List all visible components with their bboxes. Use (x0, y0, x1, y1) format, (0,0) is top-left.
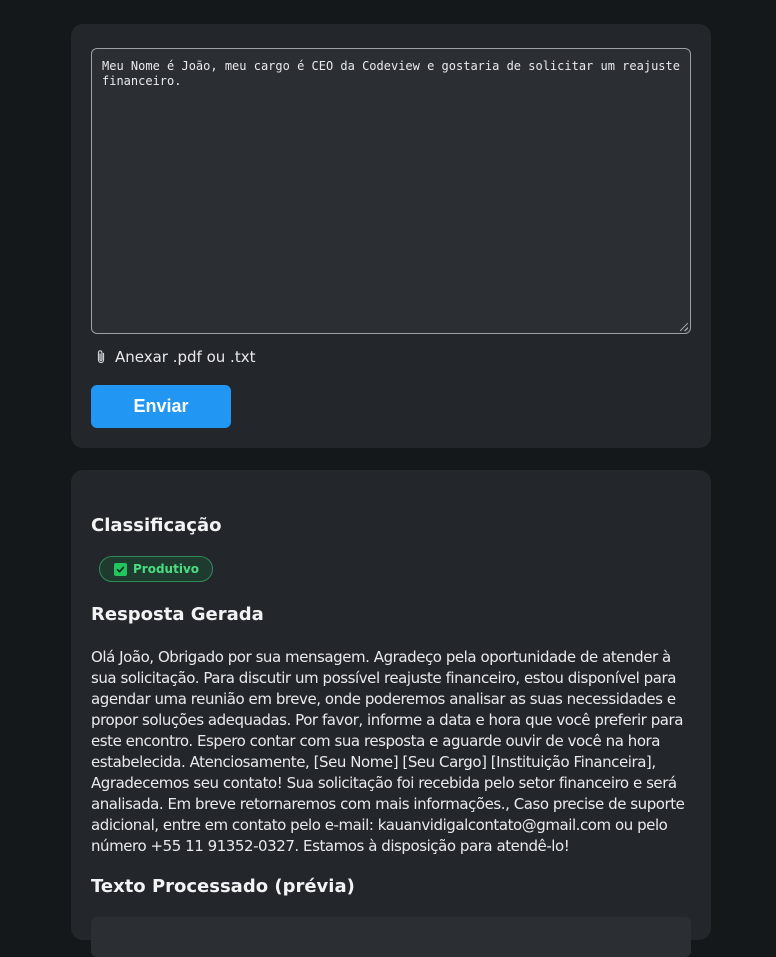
attach-file-button[interactable]: Anexar .pdf ou .txt (95, 346, 255, 368)
input-card: Anexar .pdf ou .txt Enviar (71, 24, 711, 448)
generated-response-text: Olá João, Obrigado por sua mensagem. Agr… (91, 648, 685, 855)
status-badge: Produtivo (99, 556, 214, 582)
attach-label: Anexar .pdf ou .txt (115, 348, 256, 366)
processed-text-heading: Texto Processado (prévia) (91, 876, 355, 897)
message-input[interactable] (91, 48, 691, 334)
classification-heading: Classificação (91, 515, 222, 536)
status-badge-label: Produtivo (133, 562, 200, 576)
send-button[interactable]: Enviar (91, 385, 231, 428)
processed-text-preview (91, 917, 691, 957)
response-heading: Resposta Gerada (91, 604, 264, 625)
result-card: Classificação Produtivo Resposta Gerada … (71, 470, 711, 957)
paperclip-icon (95, 349, 107, 365)
check-box-icon (114, 562, 127, 576)
